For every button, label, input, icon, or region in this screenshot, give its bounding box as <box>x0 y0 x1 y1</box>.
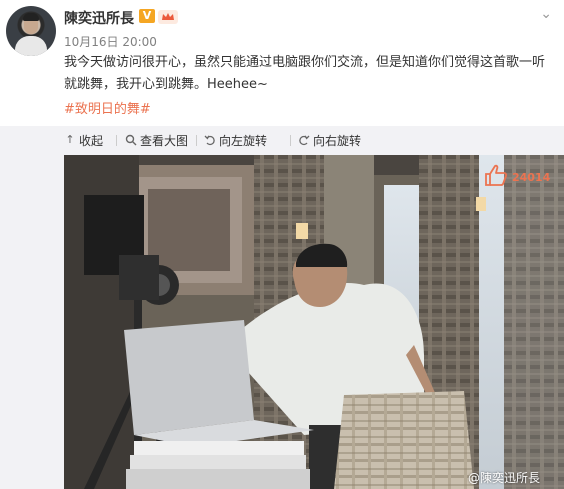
username[interactable]: 陳奕迅所長 <box>64 8 134 28</box>
thumbs-up-icon <box>484 164 508 190</box>
post-photo[interactable] <box>64 155 564 489</box>
like-badge[interactable]: 24014 <box>484 164 554 190</box>
rotate-right-button[interactable]: 向右旋转 <box>298 132 361 148</box>
post-time[interactable]: 10月16日 20:00 <box>64 33 157 50</box>
post-text: 我今天做访问很开心，虽然只能通过电脑跟你们交流，但是知道你们觉得这首歌一听就跳舞… <box>64 55 546 92</box>
rotate-right-icon <box>298 134 310 146</box>
divider <box>116 135 117 146</box>
vip-badge: V <box>139 9 155 23</box>
hashtag-link[interactable]: #致明日的舞# <box>64 98 151 117</box>
collapse-button[interactable]: ↑ 收起 <box>64 132 103 148</box>
photo-illustration <box>64 155 564 489</box>
divider <box>196 135 197 146</box>
view-large-label: 查看大图 <box>140 133 189 148</box>
photo-watermark: @陳奕迅所長 <box>468 471 541 485</box>
view-large-button[interactable]: 查看大图 <box>125 132 188 148</box>
divider <box>290 135 291 146</box>
rotate-left-button[interactable]: 向左旋转 <box>204 132 267 148</box>
rotate-left-label: 向左旋转 <box>219 133 268 148</box>
collapse-arrow-icon: ↑ <box>65 133 75 146</box>
chevron-down-icon[interactable]: ⌄ <box>540 6 552 22</box>
avatar[interactable] <box>6 6 56 56</box>
magnify-icon <box>125 134 137 146</box>
crown-icon <box>158 9 178 24</box>
collapse-label: 收起 <box>79 133 104 148</box>
rotate-right-label: 向右旋转 <box>313 133 362 148</box>
image-toolbar: ↑ 收起 查看大图 向左旋转 向右旋转 <box>64 126 564 154</box>
rotate-left-icon <box>204 134 216 146</box>
like-count: 24014 <box>512 170 551 184</box>
